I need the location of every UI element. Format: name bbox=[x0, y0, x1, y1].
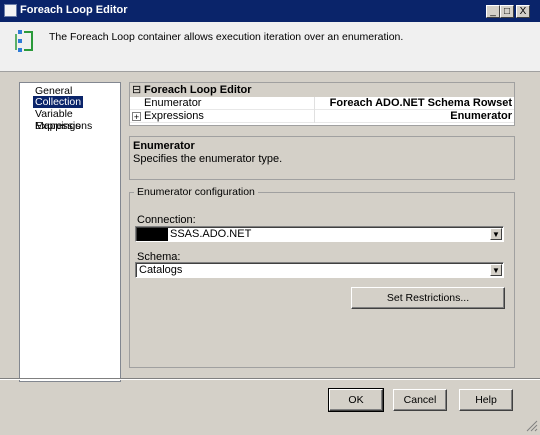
nav-item-expressions[interactable]: Expressions bbox=[33, 120, 94, 132]
minimize-button[interactable]: _ bbox=[486, 5, 500, 18]
nav-item-variable-mappings[interactable]: Variable Mappings bbox=[33, 108, 120, 132]
connection-value: SSAS.ADO.NET bbox=[170, 228, 252, 240]
set-restrictions-button[interactable]: Set Restrictions... bbox=[351, 287, 505, 309]
app-icon bbox=[4, 4, 17, 17]
maximize-button[interactable]: □ bbox=[500, 5, 514, 18]
description-title: Enumerator bbox=[133, 140, 195, 152]
schema-value: Catalogs bbox=[139, 264, 183, 276]
schema-combobox[interactable]: Catalogs ▼ bbox=[135, 262, 504, 278]
ok-button[interactable]: OK bbox=[328, 388, 384, 412]
property-value[interactable]: Foreach ADO.NET Schema Rowset Enumerator bbox=[314, 97, 514, 122]
resize-grip-icon[interactable] bbox=[526, 420, 538, 432]
collapse-icon[interactable]: ⊟ bbox=[132, 83, 141, 96]
nav-item-collection[interactable]: Collection bbox=[33, 96, 84, 108]
connection-label: Connection: bbox=[137, 214, 196, 226]
category-header: ⊟ Foreach Loop Editor bbox=[130, 83, 514, 97]
header-banner bbox=[0, 22, 540, 72]
category-title: Foreach Loop Editor bbox=[144, 84, 252, 96]
page-navigation: General Collection Variable Mappings Exp… bbox=[19, 82, 121, 382]
description-text: Specifies the enumerator type. bbox=[133, 153, 283, 165]
foreach-loop-icon bbox=[14, 28, 38, 56]
footer-divider bbox=[0, 378, 540, 380]
group-legend: Enumerator configuration bbox=[134, 186, 258, 198]
property-row-expressions[interactable]: + Expressions bbox=[130, 110, 514, 123]
description-panel: Enumerator Specifies the enumerator type… bbox=[129, 136, 515, 180]
dropdown-arrow-icon[interactable]: ▼ bbox=[490, 228, 502, 240]
property-name: Enumerator bbox=[144, 97, 202, 109]
dropdown-arrow-icon[interactable]: ▼ bbox=[490, 264, 502, 276]
redacted-block bbox=[137, 228, 168, 241]
help-button[interactable]: Help bbox=[459, 389, 513, 411]
banner-description: The Foreach Loop container allows execut… bbox=[49, 31, 404, 43]
property-grid: ⊟ Foreach Loop Editor Enumerator Foreach… bbox=[129, 82, 515, 126]
property-name: Expressions bbox=[144, 110, 204, 122]
expand-icon[interactable]: + bbox=[132, 112, 141, 122]
property-value[interactable] bbox=[314, 110, 514, 123]
window-title: Foreach Loop Editor bbox=[20, 4, 128, 16]
connection-combobox[interactable]: SSAS.ADO.NET ▼ bbox=[135, 226, 504, 242]
close-button[interactable]: X bbox=[516, 5, 530, 18]
property-row-enumerator[interactable]: Enumerator Foreach ADO.NET Schema Rowset… bbox=[130, 97, 514, 122]
cancel-button[interactable]: Cancel bbox=[393, 389, 447, 411]
